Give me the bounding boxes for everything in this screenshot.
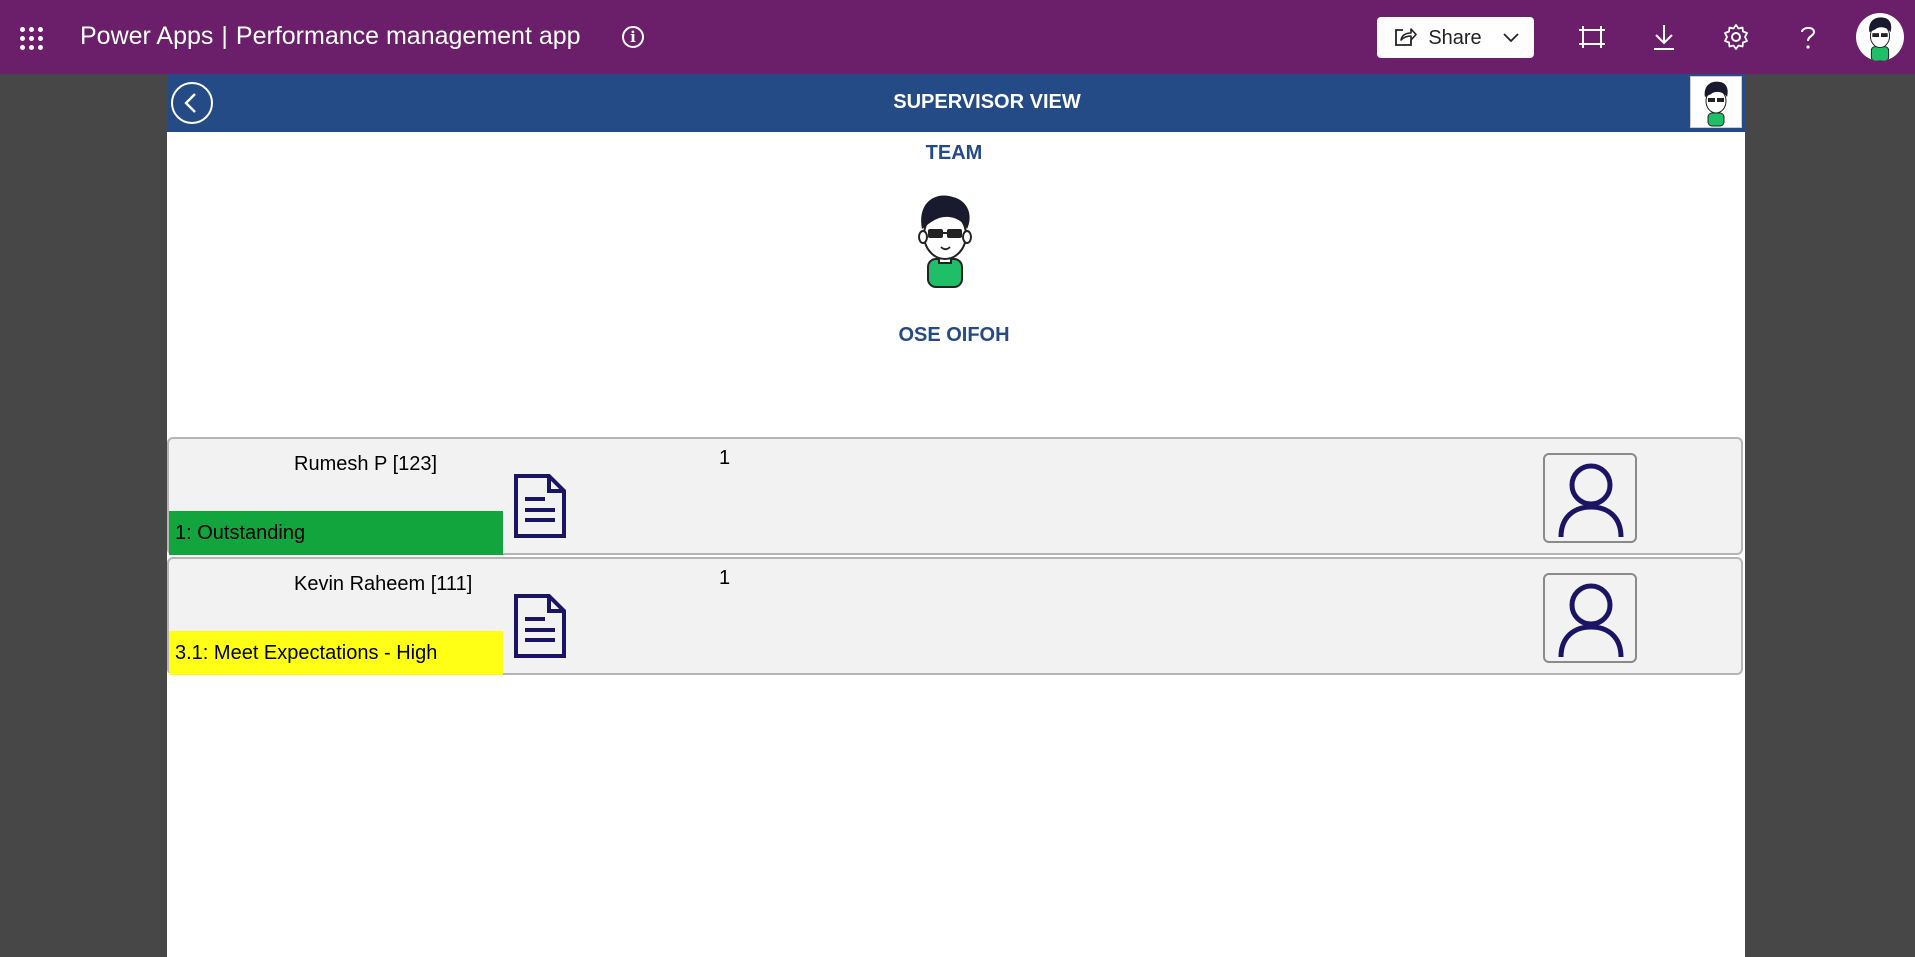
settings-icon[interactable] [1722, 23, 1750, 51]
share-button[interactable]: Share [1377, 17, 1534, 58]
waffle-icon[interactable] [20, 27, 44, 51]
user-avatar[interactable] [1856, 13, 1904, 61]
person-icon [1558, 583, 1624, 658]
app-canvas: SUPERVISOR VIEW TEAM OSE OIFOH Rumesh P … [167, 74, 1745, 957]
rating-badge: 3.1: Meet Expectations - High [169, 631, 503, 675]
employee-row[interactable]: Rumesh P [123] 1 1: Outstanding [167, 437, 1743, 555]
document-icon[interactable] [513, 473, 567, 539]
brand-separator: | [221, 22, 228, 50]
app-brand: Power Apps | Performance management app [80, 22, 581, 51]
team-heading: TEAM [925, 142, 983, 164]
screen-header: SUPERVISOR VIEW [167, 74, 1745, 132]
employee-name: Rumesh P [123] [294, 453, 438, 475]
fit-to-window-icon[interactable] [1578, 23, 1606, 51]
header-avatar [1690, 76, 1742, 128]
person-icon [1558, 463, 1624, 538]
app-title: Performance management app [235, 22, 581, 50]
employee-profile-button[interactable] [1543, 453, 1637, 543]
share-icon [1395, 28, 1417, 46]
rating-badge: 1: Outstanding [169, 511, 503, 555]
review-count: 1 [719, 447, 731, 469]
share-label: Share [1428, 27, 1482, 49]
supervisor-avatar [905, 189, 985, 289]
supervisor-name: OSE OIFOH [898, 324, 1010, 346]
info-icon[interactable]: i [622, 26, 644, 48]
employee-profile-button[interactable] [1543, 573, 1637, 663]
help-icon[interactable] [1794, 23, 1822, 51]
document-icon[interactable] [513, 593, 567, 659]
employee-name: Kevin Raheem [111] [294, 573, 473, 595]
product-name: Power Apps [80, 22, 214, 50]
review-count: 1 [719, 567, 731, 589]
download-icon[interactable] [1650, 23, 1678, 51]
screen-title: SUPERVISOR VIEW [893, 91, 1081, 113]
employee-row[interactable]: Kevin Raheem [111] 1 3.1: Meet Expectati… [167, 557, 1743, 675]
chevron-down-icon [1503, 33, 1519, 43]
app-top-bar: Power Apps | Performance management app i … [0, 0, 1915, 74]
